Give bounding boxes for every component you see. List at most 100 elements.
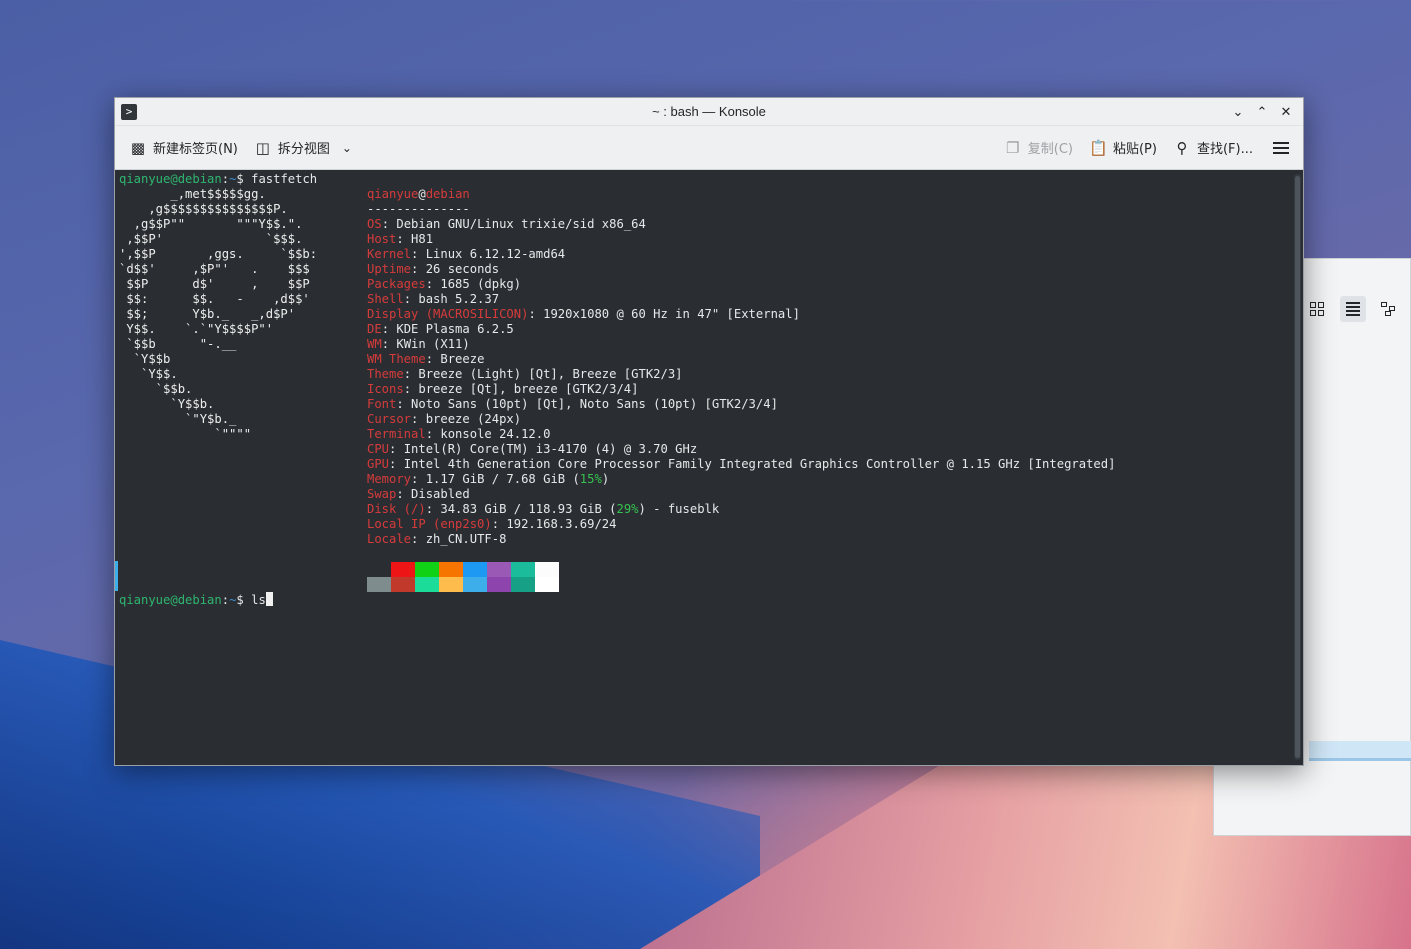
- title-bar[interactable]: > ~ : bash — Konsole ⌄ ⌃ ✕: [115, 98, 1303, 126]
- info-row: Display (MACROSILICON): 1920x1080 @ 60 H…: [367, 307, 800, 322]
- palette-swatch: [511, 577, 535, 592]
- palette-swatch: [439, 577, 463, 592]
- info-row: DE: KDE Plasma 6.2.5: [367, 322, 514, 337]
- terminal-output[interactable]: qianyue@debian:~$ fastfetch _,met$$$$$gg…: [115, 171, 1291, 765]
- logo-line: `$$b "-.__: [119, 337, 237, 351]
- info-value: : Intel 4th Generation Core Processor Fa…: [389, 457, 1116, 471]
- find-label: 查找(F)...: [1196, 142, 1253, 157]
- prompt-user: qianyue@debian: [119, 172, 222, 186]
- new-tab-button[interactable]: ▩ 新建标签页(N): [129, 138, 238, 158]
- palette-swatch: [367, 562, 391, 577]
- prompt-line: qianyue@debian:~$ ls: [119, 592, 273, 608]
- info-value: : 1920x1080 @ 60 Hz in 47" [External]: [528, 307, 800, 321]
- logo-line: $$P d$' , $$P: [119, 277, 310, 291]
- terminal-prompt-icon[interactable]: >: [121, 104, 137, 120]
- command-text: ls: [251, 593, 266, 607]
- palette-swatch: [535, 562, 559, 577]
- selected-row[interactable]: [1309, 741, 1411, 761]
- command-text: fastfetch: [251, 172, 318, 186]
- split-view-label: 拆分视图: [277, 142, 330, 157]
- info-user: qianyue: [367, 187, 419, 201]
- info-key: WM: [367, 337, 382, 351]
- info-row: GPU: Intel 4th Generation Core Processor…: [367, 457, 1115, 472]
- palette-swatch: [367, 577, 391, 592]
- info-value: : H81: [396, 232, 434, 246]
- tree-view-icon[interactable]: [1376, 296, 1402, 322]
- info-row: Font: Noto Sans (10pt) [Qt], Noto Sans (…: [367, 397, 778, 412]
- scrollbar[interactable]: [1294, 174, 1301, 760]
- info-key: Theme: [367, 367, 404, 381]
- info-row: Host: H81: [367, 232, 433, 247]
- palette-swatch: [439, 562, 463, 577]
- maximize-icon[interactable]: ⌃: [1253, 102, 1271, 122]
- palette-swatch: [511, 562, 535, 577]
- info-value: : KDE Plasma 6.2.5: [381, 322, 514, 336]
- search-icon: ⚲: [1176, 138, 1188, 157]
- info-row: Shell: bash 5.2.37: [367, 292, 499, 307]
- palette-swatch: [391, 562, 415, 577]
- info-value: : Debian GNU/Linux trixie/sid x86_64: [381, 217, 646, 231]
- logo-line: `"""": [119, 427, 252, 441]
- color-palette: [367, 562, 559, 592]
- minimize-icon[interactable]: ⌄: [1229, 102, 1247, 122]
- palette-swatch: [391, 577, 415, 592]
- logo-line: ,g$$$$$$$$$$$$$$$P.: [119, 202, 288, 216]
- info-row: OS: Debian GNU/Linux trixie/sid x86_64: [367, 217, 646, 232]
- info-row: Icons: breeze [Qt], breeze [GTK2/3/4]: [367, 382, 639, 397]
- copy-button[interactable]: ❐ 复制(C): [1004, 138, 1073, 158]
- info-row: Kernel: Linux 6.12.12-amd64: [367, 247, 565, 262]
- info-host: debian: [425, 187, 470, 201]
- palette-swatch: [535, 577, 559, 592]
- prompt-user: qianyue@debian: [119, 593, 222, 607]
- logo-line: $$: $$. - ,d$$': [119, 292, 310, 306]
- close-icon[interactable]: ✕: [1277, 102, 1295, 122]
- logo-line: ,$$P' `$$$.: [119, 232, 303, 246]
- copy-icon: ❐: [1006, 138, 1020, 157]
- info-value: : 1.17 GiB / 7.68 GiB (: [411, 472, 580, 486]
- window-title: ~ : bash — Konsole: [652, 104, 766, 119]
- info-header: qianyue@debian: [367, 187, 470, 202]
- info-key: Local IP (enp2s0): [367, 517, 492, 531]
- logo-line: `Y$$b.: [119, 397, 215, 411]
- info-key: Cursor: [367, 412, 412, 426]
- paste-button[interactable]: 📋 粘贴(P): [1088, 138, 1157, 158]
- paste-icon: 📋: [1088, 138, 1108, 157]
- find-button[interactable]: ⚲ 查找(F)...: [1173, 138, 1253, 158]
- logo-line: `Y$$b: [119, 352, 171, 366]
- info-row: Memory: 1.17 GiB / 7.68 GiB (15%): [367, 472, 609, 487]
- info-row: Locale: zh_CN.UTF-8: [367, 532, 506, 547]
- palette-swatch: [487, 562, 511, 577]
- logo-line: ',$$P ,ggs. `$$b:: [119, 247, 318, 261]
- info-value: : 1685 (dpkg): [425, 277, 522, 291]
- split-view-button[interactable]: ◫ 拆分视图 ⌄: [254, 138, 352, 158]
- info-separator: --------------: [367, 202, 470, 216]
- logo-line: $$; Y$b._ _,d$P': [119, 307, 296, 321]
- info-key: Host: [367, 232, 397, 246]
- info-key: Kernel: [367, 247, 412, 261]
- info-value: : 26 seconds: [411, 262, 500, 276]
- info-value: : Disabled: [396, 487, 470, 501]
- info-value: : breeze (24px): [411, 412, 522, 426]
- info-key: Swap: [367, 487, 397, 501]
- copy-label: 复制(C): [1027, 142, 1073, 157]
- info-value: : bash 5.2.37: [403, 292, 500, 306]
- logo-line: `Y$$.: [119, 367, 178, 381]
- compact-view-icon[interactable]: [1340, 296, 1366, 322]
- prompt-symbol: $: [236, 172, 244, 186]
- palette-swatch: [415, 577, 439, 592]
- logo-line: Y$$. `.`"Y$$$$P"': [119, 322, 274, 336]
- prompt-line: qianyue@debian:~$ fastfetch: [119, 172, 318, 186]
- info-row: Theme: Breeze (Light) [Qt], Breeze [GTK2…: [367, 367, 683, 382]
- new-tab-label: 新建标签页(N): [153, 142, 238, 157]
- scroll-marker: [115, 561, 118, 591]
- icons-view-icon[interactable]: [1304, 296, 1330, 322]
- info-value: : Breeze (Light) [Qt], Breeze [GTK2/3]: [403, 367, 683, 381]
- scrollbar-thumb[interactable]: [1295, 176, 1300, 758]
- text-cursor: [265, 592, 273, 606]
- info-value: : KWin (X11): [381, 337, 470, 351]
- logo-line: `"Y$b._: [119, 412, 237, 426]
- info-key: CPU: [367, 442, 390, 456]
- hamburger-menu-icon[interactable]: [1273, 141, 1289, 154]
- palette-swatch: [463, 562, 487, 577]
- split-view-icon: ◫: [255, 138, 270, 157]
